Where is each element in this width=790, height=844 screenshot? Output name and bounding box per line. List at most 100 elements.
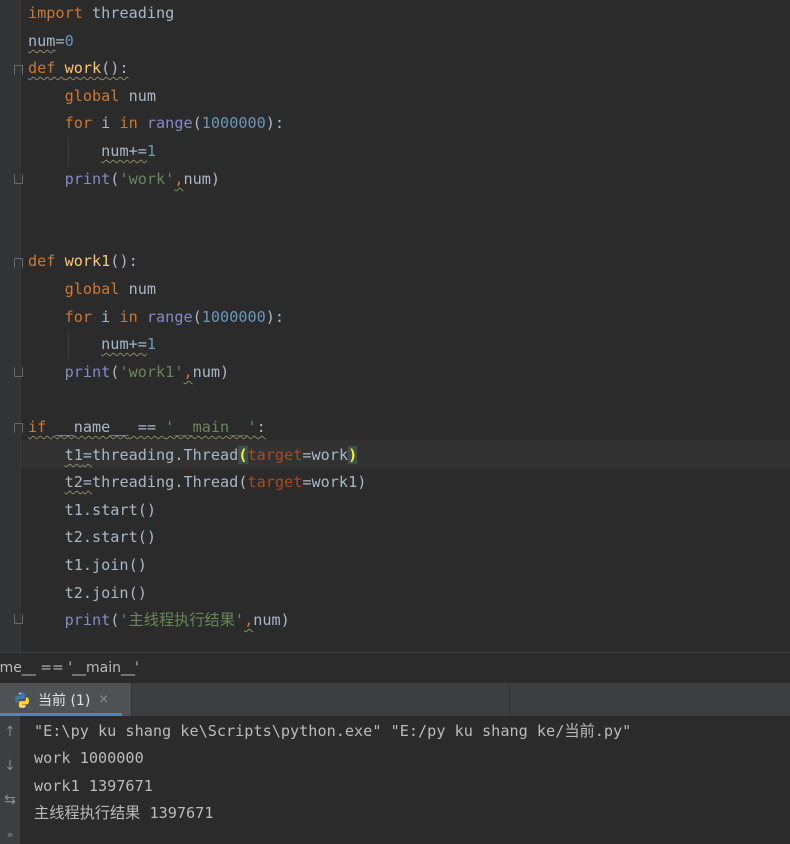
code-token: def	[28, 252, 65, 270]
console-output-line: work1 1397671	[34, 777, 153, 795]
code-line[interactable]: global num	[28, 83, 156, 110]
code-token: t1	[64, 446, 83, 464]
code-token: num	[28, 32, 56, 50]
code-line[interactable]: print('work1',num)	[28, 359, 230, 386]
code-token: num)	[183, 170, 221, 188]
code-token: 1	[146, 142, 157, 160]
run-toolwindow-header: 当前 (1) ×	[0, 683, 790, 716]
code-token: ==	[128, 418, 166, 436]
run-console[interactable]: "E:\py ku shang ke\Scripts\python.exe" "…	[20, 716, 790, 844]
code-token: =work	[302, 446, 349, 464]
fold-marker-icon[interactable]	[14, 258, 23, 268]
code-token: num	[128, 280, 157, 298]
code-line[interactable]: def work():	[28, 55, 129, 82]
code-line[interactable]: num+=1	[28, 331, 156, 358]
fold-marker-icon[interactable]	[14, 423, 23, 433]
fold-marker-icon[interactable]	[14, 65, 23, 75]
code-line[interactable]: t1.join()	[28, 552, 147, 579]
code-token: ,	[183, 363, 193, 381]
code-token: ():	[101, 59, 129, 77]
breadcrumb[interactable]: ame__ == '__main__'	[0, 652, 790, 683]
code-token: t2.join()	[28, 584, 147, 602]
code-token: threading	[82, 4, 175, 22]
code-token: num)	[192, 363, 230, 381]
code-token: print	[64, 170, 111, 188]
code-token: for	[64, 114, 102, 132]
code-token: +=	[128, 142, 147, 160]
code-token: global	[64, 280, 129, 298]
python-icon	[15, 691, 29, 708]
code-token: def	[28, 59, 65, 77]
code-line[interactable]: num=0	[28, 28, 74, 55]
fold-marker-icon[interactable]	[14, 174, 23, 184]
code-token: if	[28, 418, 56, 436]
code-token: 0	[64, 32, 74, 50]
more-icon[interactable]: »	[0, 828, 20, 841]
code-token: t1.join()	[28, 556, 147, 574]
code-token: =	[82, 473, 93, 491]
code-token: target	[247, 446, 303, 464]
fold-marker-icon[interactable]	[14, 614, 23, 624]
code-line[interactable]: if __name__ == '__main__':	[28, 414, 266, 441]
code-token: t2.start()	[28, 528, 157, 546]
soft-wrap-icon[interactable]: ⇆	[0, 792, 20, 808]
code-token: in	[119, 114, 147, 132]
code-token: print	[64, 363, 111, 381]
arrow-up-icon[interactable]: ↑	[0, 724, 20, 740]
code-token: work	[64, 59, 102, 77]
code-line[interactable]: t1=threading.Thread(target=work)	[28, 442, 358, 469]
code-token: __name__	[55, 418, 129, 436]
code-line[interactable]: t2=threading.Thread(target=work1)	[28, 469, 367, 496]
code-line[interactable]: t1.start()	[28, 497, 156, 524]
code-token: i	[101, 114, 120, 132]
code-token: 'work'	[119, 170, 175, 188]
code-token: +=	[128, 335, 147, 353]
code-token: range	[146, 114, 193, 132]
code-token: target	[247, 473, 303, 491]
code-token: =work1)	[302, 473, 367, 491]
code-token: num	[128, 87, 157, 105]
code-line[interactable]: print('work',num)	[28, 166, 220, 193]
code-token: ):	[265, 114, 285, 132]
code-token: '主线程执行结果'	[119, 611, 245, 629]
code-line[interactable]: num+=1	[28, 138, 156, 165]
close-icon[interactable]: ×	[98, 692, 109, 707]
code-line[interactable]: for i in range(1000000):	[28, 304, 285, 331]
code-token: threading.Thread	[92, 446, 239, 464]
code-token: ):	[265, 308, 285, 326]
code-token: num	[101, 142, 129, 160]
code-token: num)	[253, 611, 290, 629]
arrow-down-icon[interactable]: ↓	[0, 758, 20, 774]
code-token: print	[64, 611, 111, 629]
code-token: ():	[110, 252, 138, 270]
code-line[interactable]: import threading	[28, 0, 174, 27]
code-token: =	[82, 446, 93, 464]
fold-marker-icon[interactable]	[14, 367, 23, 377]
code-token: range	[146, 308, 193, 326]
code-token: ,	[244, 611, 254, 629]
code-token: (	[238, 446, 248, 464]
code-token: global	[64, 87, 129, 105]
editor-gutter	[0, 0, 23, 652]
code-token: in	[119, 308, 147, 326]
header-divider	[509, 683, 510, 716]
code-line[interactable]: global num	[28, 276, 156, 303]
code-line[interactable]: print('主线程执行结果',num)	[28, 607, 290, 634]
code-token: 1000000	[201, 114, 266, 132]
code-token: t2	[64, 473, 83, 491]
code-token: 1000000	[201, 308, 266, 326]
tab-run-current[interactable]: 当前 (1) ×	[0, 683, 132, 716]
code-editor[interactable]: import threading num=0 def work(): global …	[0, 0, 790, 652]
code-line[interactable]: def work1():	[28, 248, 138, 275]
code-line[interactable]: t2.start()	[28, 524, 156, 551]
code-token: )	[348, 446, 358, 464]
code-line[interactable]: t2.join()	[28, 580, 147, 607]
code-line[interactable]: for i in range(1000000):	[28, 110, 285, 137]
